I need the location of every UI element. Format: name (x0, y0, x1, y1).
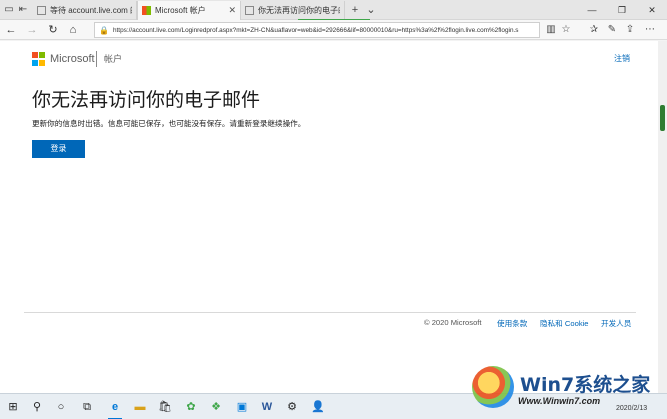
home-icon[interactable]: ⌂ (65, 22, 81, 38)
search-icon[interactable]: ⚲ (28, 398, 46, 416)
page-icon (37, 6, 46, 15)
taskbar: ⊞ ⚲ ○ ⧉ e ▬ 🛍 ✿ ❖ ▣ W ⚙ 👤 (0, 393, 667, 419)
tab-label: 你无法再访问你的电子邮件 (258, 6, 340, 15)
signout-link[interactable]: 注销 (614, 53, 630, 64)
favorites-hub-icon[interactable]: ✰ (586, 22, 602, 38)
tab-list-chevron-icon[interactable]: ⌄ (364, 0, 378, 20)
taskbar-date: 2020/2/13 (616, 405, 648, 412)
minimize-button[interactable]: — (577, 0, 607, 20)
reading-view-icon[interactable]: ▥ (543, 22, 559, 38)
copyright-text: © 2020 Microsoft (424, 318, 482, 327)
app-icon[interactable]: ✿ (182, 398, 200, 416)
tab-label: Microsoft 帐户 (155, 6, 206, 15)
microsoft-logo-icon (32, 52, 46, 66)
brand-name: Microsoft (50, 53, 95, 65)
terms-of-use-link[interactable]: 使用条款 (497, 318, 527, 329)
page-content: Microsoft 帐户 注销 你无法再访问你的电子邮件 更新你的信息时出错。信… (0, 41, 658, 393)
set-aside-tabs-icon[interactable]: ⇤ (16, 0, 30, 20)
settings-gear-icon[interactable]: ⚙ (283, 398, 301, 416)
remote-desktop-icon[interactable]: ▣ (233, 398, 251, 416)
word-icon[interactable]: W (258, 398, 276, 416)
address-bar[interactable]: 🔒 https://account.live.com/Loginredprof.… (94, 22, 540, 38)
footer-divider (24, 312, 636, 313)
error-description: 更新你的信息时出错。信息可能已保存，也可能没有保存。请重新登录继续操作。 (32, 119, 306, 128)
more-menu-icon[interactable]: ⋯ (642, 22, 658, 38)
notes-pen-icon[interactable]: ✎ (604, 22, 620, 38)
developers-link[interactable]: 开发人员 (601, 318, 631, 329)
url-text[interactable]: https://account.live.com/Loginredprof.as… (113, 27, 535, 34)
navigation-bar: ← → ↻ ⌂ 🔒 https://account.live.com/Login… (0, 20, 667, 40)
forward-arrow-icon[interactable]: → (24, 22, 40, 38)
scrollbar[interactable] (658, 41, 667, 393)
tab-strip: ▭ ⇤ 等待 account.live.com 的应 Microsoft 帐户 … (0, 0, 667, 20)
close-window-button[interactable]: ✕ (637, 0, 667, 20)
microsoft-logo-icon (142, 6, 151, 15)
user-icon[interactable]: 👤 (309, 398, 327, 416)
edge-browser-icon[interactable]: e (106, 398, 124, 419)
page-icon (245, 6, 254, 15)
section-title: 帐户 (104, 54, 123, 64)
close-tab-icon[interactable]: ✕ (228, 1, 236, 20)
scrollbar-thumb[interactable] (660, 105, 665, 131)
tab-cannot-access[interactable]: 你无法再访问你的电子邮件 (241, 1, 345, 20)
tab-label: 等待 account.live.com 的应 (50, 6, 132, 15)
tab-waiting[interactable]: 等待 account.live.com 的应 (33, 1, 137, 20)
refresh-icon[interactable]: ↻ (45, 22, 61, 38)
new-tab-button[interactable]: + (348, 0, 362, 20)
file-explorer-icon[interactable]: ▬ (131, 398, 149, 416)
task-view-icon[interactable]: ⧉ (78, 398, 96, 416)
share-icon[interactable]: ⇪ (622, 22, 638, 38)
header-divider (96, 51, 97, 67)
login-button[interactable]: 登录 (32, 140, 85, 158)
app-green-icon[interactable]: ❖ (207, 398, 225, 416)
back-arrow-icon[interactable]: ← (3, 22, 19, 38)
page-title: 你无法再访问你的电子邮件 (32, 90, 261, 111)
tab-preview-icon[interactable]: ▭ (2, 0, 16, 20)
tab-microsoft-account[interactable]: Microsoft 帐户 ✕ (137, 1, 241, 20)
windows-start-icon[interactable]: ⊞ (4, 398, 22, 416)
favorite-star-icon[interactable]: ☆ (558, 22, 574, 38)
cortana-icon[interactable]: ○ (52, 398, 70, 416)
privacy-cookies-link[interactable]: 隐私和 Cookie (540, 318, 589, 329)
lock-icon[interactable]: 🔒 (99, 26, 109, 35)
restore-button[interactable]: ❐ (607, 0, 637, 20)
store-icon[interactable]: 🛍 (156, 398, 174, 416)
